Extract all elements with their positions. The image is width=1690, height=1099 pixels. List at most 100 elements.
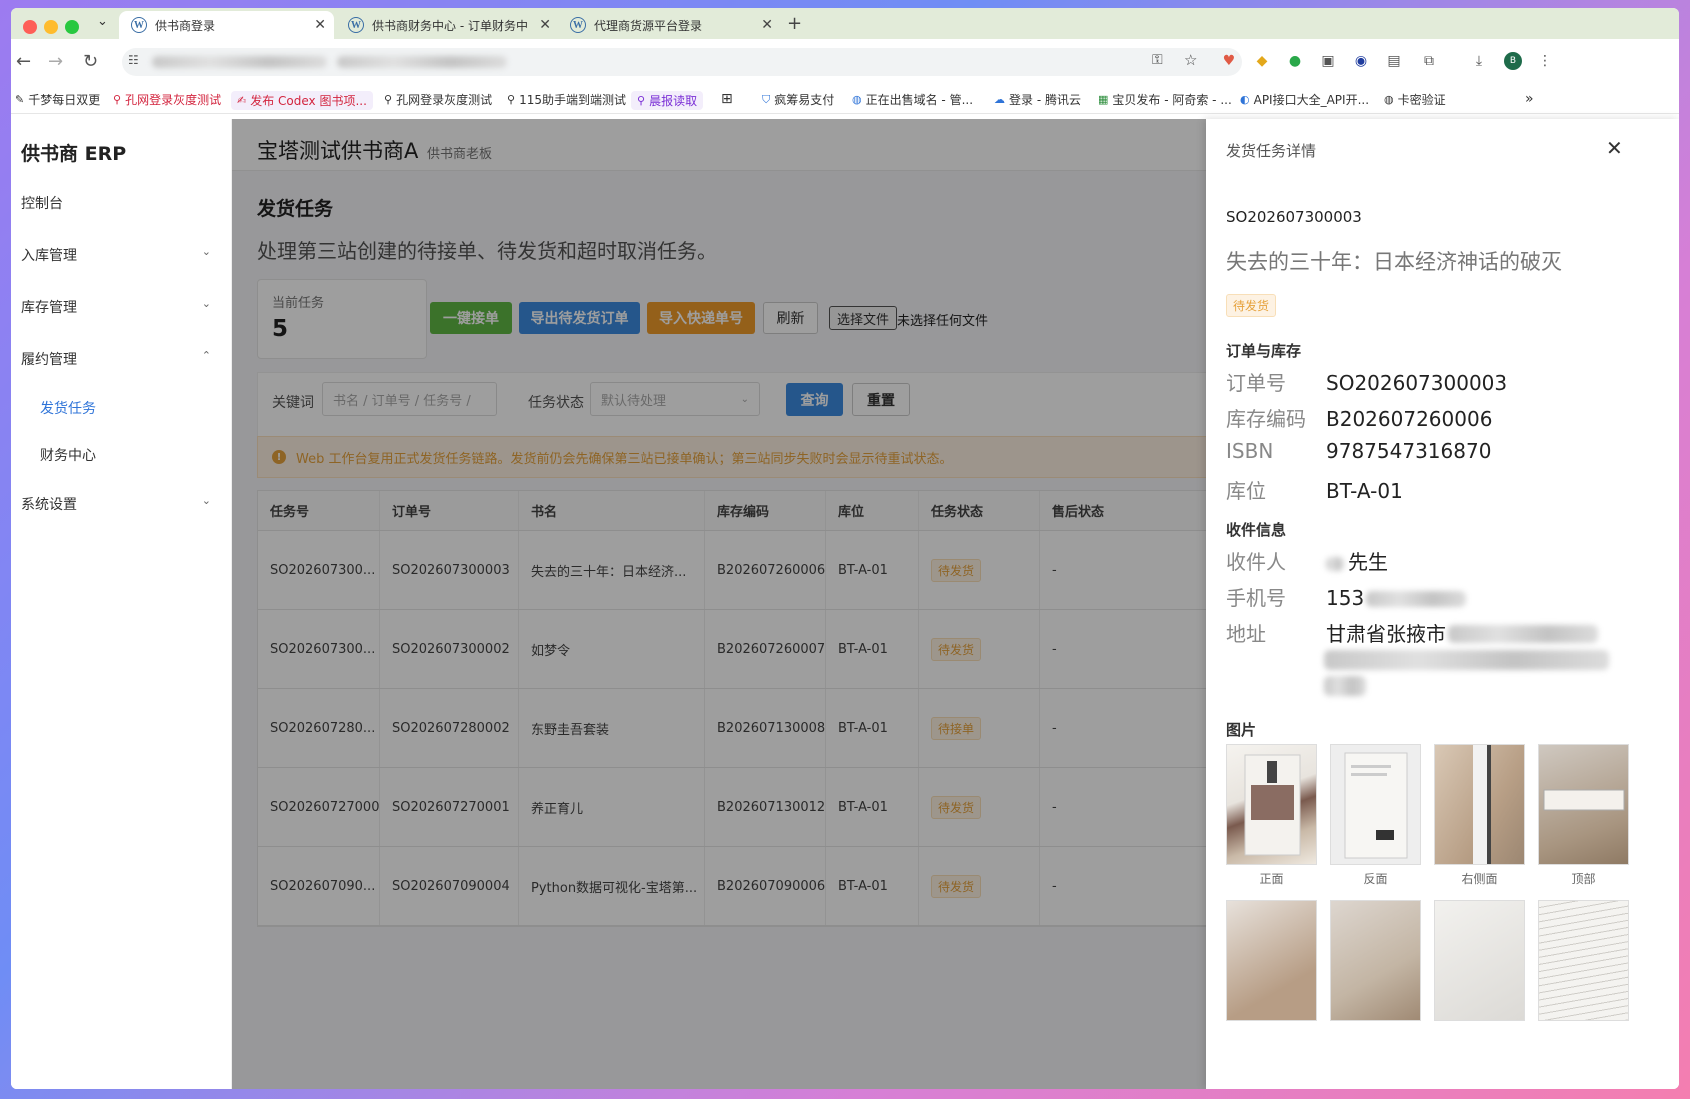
photo-extra[interactable]: [1226, 900, 1317, 1021]
tab-list-chevron-icon[interactable]: ⌄: [97, 14, 108, 29]
tab-agent-login[interactable]: W 代理商货源平台登录 ✕: [566, 11, 781, 39]
apps-grid-icon[interactable]: ⊞: [721, 91, 733, 107]
drawer-order-no: SO202607300003: [1226, 208, 1362, 226]
redacted-address: [1324, 676, 1366, 696]
bookmark-item[interactable]: ▦ 宝贝发布 - 阿奇索 - ...: [1098, 91, 1232, 108]
bookmark-item[interactable]: ⚲ 孔网登录灰度测试: [384, 91, 492, 108]
close-tab-icon[interactable]: ✕: [761, 17, 773, 33]
tab-strip: ⌄ W 供书商登录 ✕ W 供书商财务中心 - 订单财务中 ✕ W 代理商货源平…: [11, 8, 1679, 39]
bookmark-item[interactable]: ✍ 发布 Codex 图书项...: [231, 91, 373, 110]
redacted-text: [1366, 591, 1467, 607]
sidebar: 供书商 ERP 控制台 入库管理 ⌄ 库存管理 ⌄ 履约管理 ⌃ 发货任务 财务中心 …: [11, 119, 232, 1089]
maximize-window-button[interactable]: [65, 20, 79, 34]
sidebar-item-fulfillment[interactable]: 履约管理 ⌃: [21, 349, 211, 369]
task-detail-drawer: 发货任务详情 ✕ SO202607300003 失去的三十年：日本经济神话的破灭…: [1206, 119, 1679, 1089]
close-window-button[interactable]: [23, 20, 37, 34]
pencil-icon: ✍: [237, 94, 247, 107]
chat-extension-icon[interactable]: ●: [1286, 52, 1304, 70]
wordpress-icon: W: [570, 17, 586, 33]
tab-title: 供书商财务中心 - 订单财务中: [372, 18, 528, 33]
redacted-url: [152, 56, 327, 68]
address-bar[interactable]: ☷ ⚿ ☆: [122, 48, 1242, 76]
close-icon[interactable]: ✕: [1606, 136, 1623, 160]
cloud-icon: ☁: [994, 93, 1005, 106]
tab-supplier-login[interactable]: W 供书商登录 ✕: [119, 11, 334, 39]
extension-icon[interactable]: ◉: [1352, 52, 1370, 70]
sidebar-item-finance-center[interactable]: 财务中心: [40, 445, 96, 465]
status-badge: 待发货: [1226, 294, 1277, 317]
shield-icon: ⛉: [762, 92, 771, 106]
more-bookmarks-icon[interactable]: »: [1525, 91, 1534, 107]
redacted-address: [1324, 650, 1609, 670]
tab-finance-center[interactable]: W 供书商财务中心 - 订单财务中 ✕: [344, 11, 559, 39]
sidebar-item-dashboard[interactable]: 控制台: [21, 193, 211, 213]
extension-icon[interactable]: ♥: [1220, 52, 1238, 70]
bookmarks-bar: ✎ 千梦每日双更 ⚲ 孔网登录灰度测试 ✍ 发布 Codex 图书项... ⚲ 孔网登录…: [11, 86, 1679, 114]
photo-top[interactable]: [1538, 744, 1629, 865]
book-top-image: [1543, 789, 1625, 811]
drawer-book-title: 失去的三十年：日本经济神话的破灭: [1226, 250, 1562, 274]
menu-icon[interactable]: ⋮: [1536, 52, 1554, 70]
bookmark-item[interactable]: ◍ 正在出售域名 - 管...: [852, 91, 973, 108]
photo-right-side[interactable]: [1434, 744, 1525, 865]
new-tab-button[interactable]: +: [787, 13, 802, 34]
sidebar-item-settings[interactable]: 系统设置 ⌄: [21, 494, 211, 514]
field-phone: 手机号 153: [1226, 582, 1467, 611]
book-front-image: [1244, 754, 1301, 856]
bookmark-item[interactable]: ⚲ 115助手端到端测试: [507, 91, 626, 108]
profile-avatar[interactable]: B: [1504, 52, 1522, 70]
search-icon: ⚲: [507, 93, 516, 106]
extension-icon[interactable]: ▤: [1385, 52, 1403, 70]
back-icon[interactable]: ←: [16, 51, 31, 72]
extension-icon[interactable]: ◆: [1253, 52, 1271, 70]
pencil-icon: ✎: [15, 93, 25, 106]
chevron-down-icon: ⌄: [201, 245, 211, 258]
extension-icon[interactable]: ▣: [1319, 52, 1337, 70]
sidebar-item-inventory[interactable]: 库存管理 ⌄: [21, 297, 211, 317]
app-title: 供书商 ERP: [21, 143, 127, 165]
search-icon: ⚲: [384, 93, 393, 106]
bookmark-item[interactable]: ☁ 登录 - 腾讯云: [994, 91, 1081, 108]
star-icon[interactable]: ☆: [1184, 51, 1197, 69]
tab-title: 代理商货源平台登录: [594, 18, 703, 33]
caption-back: 反面: [1363, 872, 1388, 886]
redacted-url: [337, 56, 507, 68]
bookmark-item[interactable]: ◍ 卡密验证: [1384, 91, 1446, 108]
sidebar-item-shipping-tasks[interactable]: 发货任务: [40, 398, 96, 418]
bookmark-item[interactable]: ✎ 千梦每日双更: [15, 91, 100, 108]
field-location: 库位 BT-A-01: [1226, 479, 1403, 503]
bookmark-item[interactable]: ◐ API接口大全_API开...: [1240, 91, 1369, 108]
api-icon: ◐: [1240, 93, 1250, 106]
field-order-no: 订单号 SO202607300003: [1226, 371, 1508, 395]
caption-top: 顶部: [1571, 872, 1596, 886]
bookmark-item[interactable]: ⚲ 孔网登录灰度测试: [113, 91, 221, 108]
redacted-text: [1326, 557, 1344, 571]
photo-extra[interactable]: [1538, 900, 1629, 1021]
photo-extra[interactable]: [1434, 900, 1525, 1021]
section-order-inventory: 订单与库存: [1226, 342, 1302, 360]
key-icon[interactable]: ⚿: [1152, 52, 1163, 68]
chevron-down-icon: ⌄: [201, 494, 211, 507]
photo-extra[interactable]: [1330, 900, 1421, 1021]
close-tab-icon[interactable]: ✕: [314, 17, 326, 33]
book-side-image: [1473, 745, 1491, 864]
app-area: 供书商 ERP 控制台 入库管理 ⌄ 库存管理 ⌄ 履约管理 ⌃ 发货任务 财务中心 …: [11, 119, 1679, 1089]
reload-icon[interactable]: ↻: [83, 51, 98, 72]
drawer-title: 发货任务详情: [1226, 142, 1317, 160]
shop-icon: ▦: [1098, 93, 1109, 106]
close-tab-icon[interactable]: ✕: [539, 17, 551, 33]
bookmark-item[interactable]: ⛉ 疯筹易支付: [762, 91, 834, 108]
redacted-text: [1448, 625, 1598, 643]
site-settings-icon[interactable]: ☷: [128, 53, 139, 67]
download-icon[interactable]: ⤓: [1470, 52, 1488, 70]
forward-icon[interactable]: →: [48, 51, 63, 72]
tab-title: 供书商登录: [155, 18, 216, 33]
puzzle-icon[interactable]: ⧉: [1420, 52, 1438, 70]
caption-front: 正面: [1259, 872, 1284, 886]
sidebar-item-inbound[interactable]: 入库管理 ⌄: [21, 245, 211, 265]
photo-front[interactable]: [1226, 744, 1317, 865]
photo-back[interactable]: [1330, 744, 1421, 865]
bookmark-item[interactable]: ⚲ 晨报读取: [631, 91, 704, 110]
minimize-window-button[interactable]: [44, 20, 58, 34]
book-back-image: [1344, 752, 1408, 859]
